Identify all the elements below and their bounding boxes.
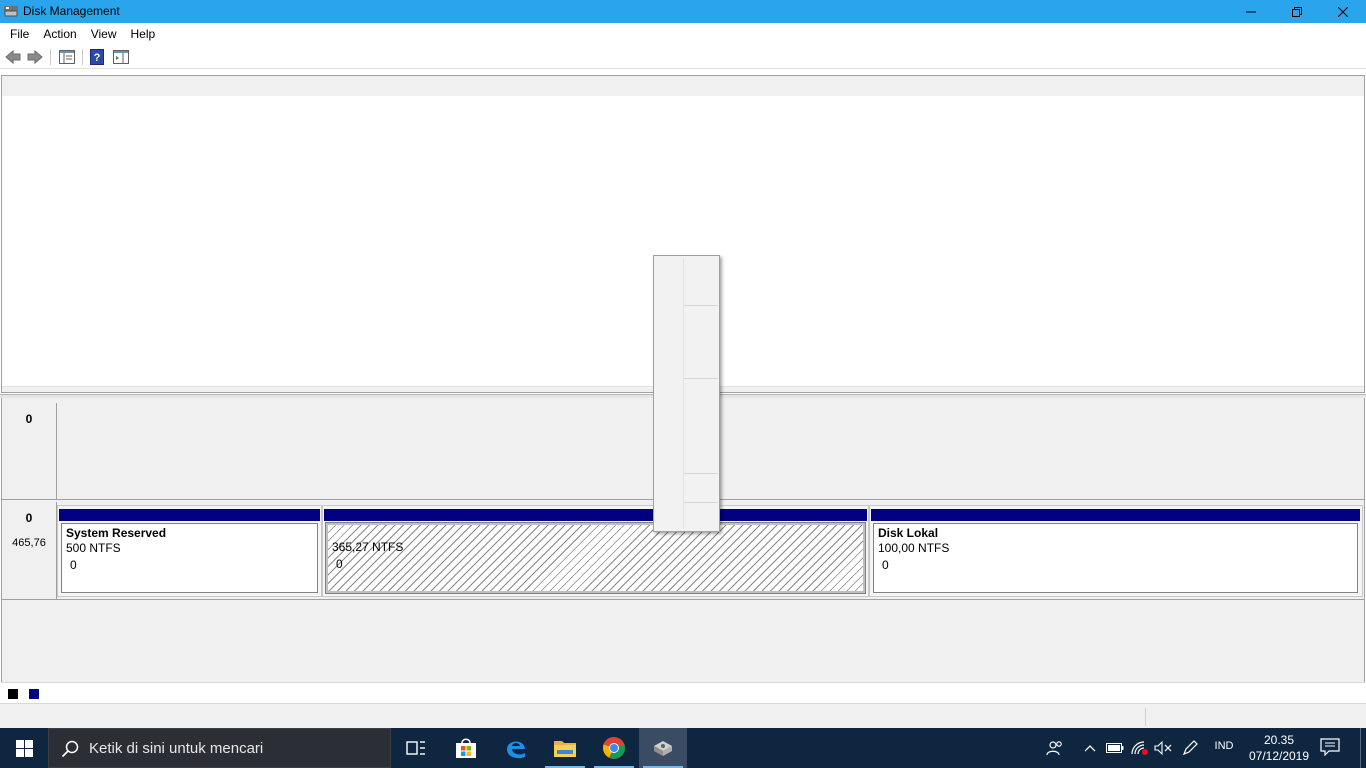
toolbar-separator [82, 49, 83, 65]
context-menu-separator [684, 305, 718, 306]
battery-icon[interactable] [1105, 738, 1125, 758]
volume-selected[interactable]: 365,27 NTFS 0 [325, 522, 866, 594]
people-icon[interactable] [1045, 738, 1065, 758]
context-menu-gutter [683, 258, 684, 529]
store-icon[interactable] [442, 728, 490, 768]
volume-status: 0 [70, 558, 77, 572]
task-view-icon[interactable] [392, 728, 440, 768]
show-desktop-button[interactable] [1360, 728, 1366, 768]
action-pane-icon[interactable] [111, 48, 131, 66]
toolbar-separator [50, 49, 51, 65]
disk-management-icon [3, 4, 19, 18]
volume-system-reserved[interactable]: System Reserved 500 NTFS 0 [61, 523, 318, 593]
minimize-button[interactable] [1228, 0, 1274, 23]
volume-filesystem: 500 NTFS [66, 541, 121, 555]
volume-list-header [2, 76, 1364, 96]
disk-label[interactable]: 0 465,76 [2, 502, 57, 600]
disk-label[interactable]: 0 [2, 403, 57, 499]
search-icon [61, 740, 79, 758]
taskbar: Ketik di sini untuk mencari IND 20.35 07… [0, 728, 1366, 768]
volume-status: 0 [336, 557, 343, 571]
menu-file[interactable]: File [3, 24, 36, 44]
legend-bar [1, 682, 1365, 703]
menu-help[interactable]: Help [124, 24, 163, 44]
context-menu-separator [684, 502, 718, 503]
menu-action[interactable]: Action [36, 24, 83, 44]
forward-arrow-icon[interactable] [25, 48, 45, 66]
volume-disk-lokal[interactable]: Disk Lokal 100,00 NTFS 0 [873, 523, 1358, 593]
pen-icon[interactable] [1180, 738, 1200, 758]
notification-icon[interactable] [1320, 738, 1344, 758]
volume-filesystem: 100,00 NTFS [878, 541, 950, 555]
clock-time: 20.35 [1263, 733, 1295, 747]
status-bar [0, 703, 1366, 728]
chrome-icon[interactable] [590, 728, 638, 768]
clock-date: 07/12/2019 [1248, 749, 1310, 763]
volume-name: System Reserved [66, 526, 167, 540]
legend-swatch-unallocated [8, 689, 18, 699]
close-button[interactable] [1320, 0, 1366, 23]
disk-management-taskbar-icon[interactable] [639, 728, 687, 768]
context-menu-separator [684, 473, 718, 474]
volume-header-bar [59, 509, 320, 521]
svg-text:?: ? [94, 52, 101, 64]
disk-size: 465,76 [12, 537, 46, 549]
volume-muted-icon[interactable] [1153, 738, 1173, 758]
help-icon[interactable]: ? [87, 48, 107, 66]
windows-start-icon[interactable] [0, 728, 48, 768]
context-menu-separator [684, 378, 718, 379]
context-menu[interactable] [653, 255, 720, 532]
status-bar-separator [1145, 708, 1146, 726]
restore-button[interactable] [1274, 0, 1320, 23]
volume-status: 0 [882, 558, 889, 572]
disk-row-divider [2, 599, 1364, 600]
disk-number: 0 [25, 412, 33, 426]
volume-header-bar [324, 509, 867, 521]
search-input[interactable]: Ketik di sini untuk mencari [48, 728, 391, 768]
title-bar[interactable]: Disk Management [0, 0, 1366, 23]
menu-view[interactable]: View [84, 24, 124, 44]
edge-icon[interactable] [492, 728, 540, 768]
volume-header-bar [871, 509, 1360, 521]
volume-filesystem: 365,27 NTFS [332, 540, 404, 554]
menu-bar: File Action View Help [0, 23, 1366, 45]
console-tree-icon[interactable] [57, 48, 77, 66]
language-indicator[interactable]: IND [1210, 740, 1238, 752]
toolbar: ? [0, 45, 1366, 69]
window-title: Disk Management [23, 4, 120, 18]
search-placeholder: Ketik di sini untuk mencari [89, 740, 264, 757]
clock[interactable]: 20.35 07/12/2019 [1244, 732, 1314, 764]
file-explorer-icon[interactable] [541, 728, 589, 768]
back-arrow-icon[interactable] [3, 48, 23, 66]
volume-name: Disk Lokal [878, 526, 939, 540]
legend-swatch-primary [29, 689, 39, 699]
chevron-up-icon[interactable] [1080, 738, 1100, 758]
volume-name [332, 527, 859, 540]
disk-number: 0 [25, 511, 33, 525]
wifi-icon[interactable] [1130, 738, 1150, 758]
